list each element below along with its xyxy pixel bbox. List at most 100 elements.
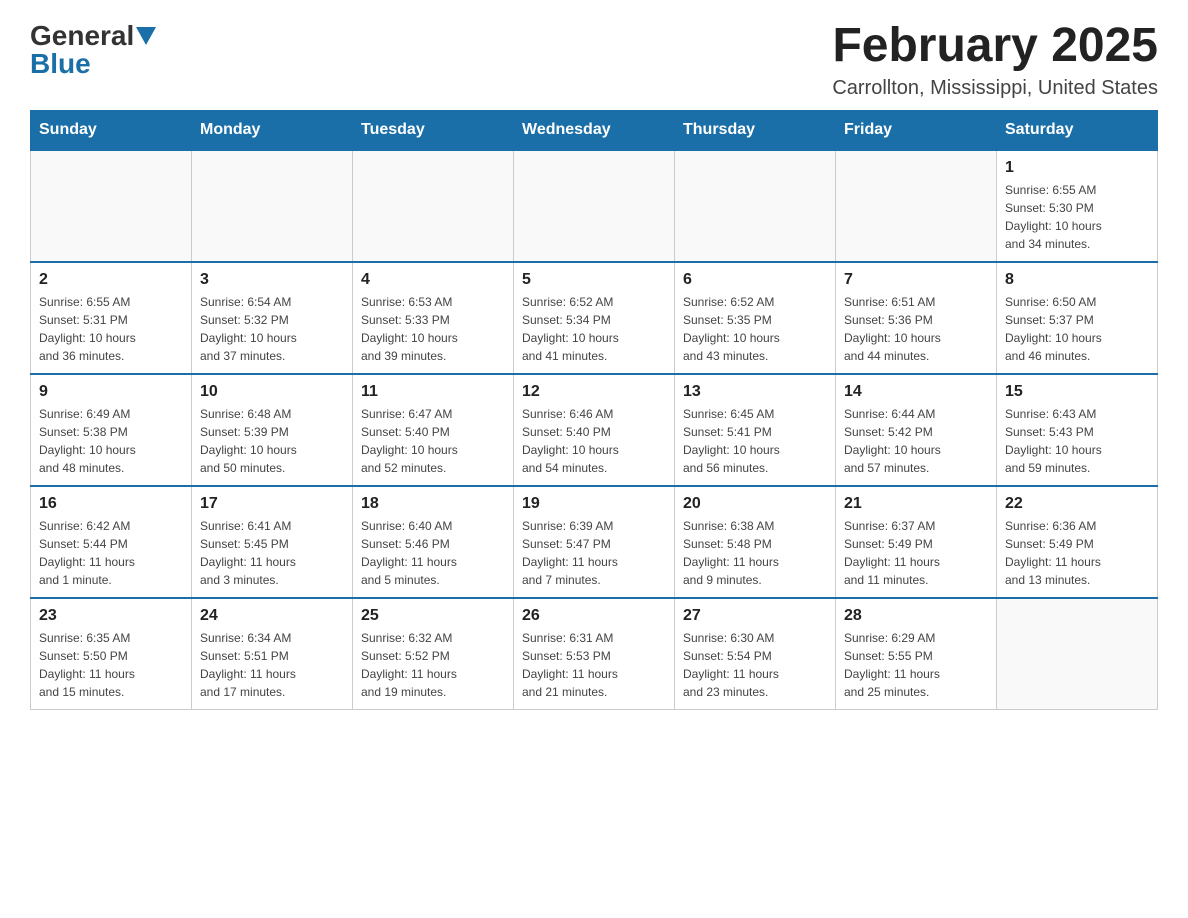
day-info: Sunrise: 6:39 AM Sunset: 5:47 PM Dayligh… bbox=[522, 517, 666, 589]
calendar-cell: 27 Sunrise: 6:30 AM Sunset: 5:54 PM Dayli… bbox=[675, 598, 836, 710]
calendar-header-row: Sunday Monday Tuesday Wednesday Thursday… bbox=[31, 110, 1158, 150]
day-number: 10 bbox=[200, 383, 344, 401]
week-row-3: 9 Sunrise: 6:49 AM Sunset: 5:38 PM Daylig… bbox=[31, 374, 1158, 486]
day-number: 3 bbox=[200, 271, 344, 289]
day-number: 19 bbox=[522, 495, 666, 513]
day-info: Sunrise: 6:52 AM Sunset: 5:35 PM Dayligh… bbox=[683, 293, 827, 365]
calendar-cell: 25Sunrise: 6:32 AM Sunset: 5:52 PM Dayli… bbox=[353, 598, 514, 710]
day-info: Sunrise: 6:30 AM Sunset: 5:54 PM Dayligh… bbox=[683, 629, 827, 701]
calendar-cell bbox=[675, 150, 836, 262]
day-info: Sunrise: 6:48 AM Sunset: 5:39 PM Dayligh… bbox=[200, 405, 344, 477]
day-number: 20 bbox=[683, 495, 827, 513]
calendar-cell bbox=[353, 150, 514, 262]
calendar-cell: 21 Sunrise: 6:37 AM Sunset: 5:49 PM Dayli… bbox=[836, 486, 997, 598]
day-number: 2 bbox=[39, 271, 183, 289]
day-number: 16 bbox=[39, 495, 183, 513]
calendar-cell: 23 Sunrise: 6:35 AM Sunset: 5:50 PM Dayli… bbox=[31, 598, 192, 710]
calendar-cell: 15 Sunrise: 6:43 AM Sunset: 5:43 PM Dayli… bbox=[997, 374, 1158, 486]
calendar-cell: 26 Sunrise: 6:31 AM Sunset: 5:53 PM Dayli… bbox=[514, 598, 675, 710]
calendar-cell: 12 Sunrise: 6:46 AM Sunset: 5:40 PM Dayli… bbox=[514, 374, 675, 486]
calendar-cell bbox=[31, 150, 192, 262]
col-sunday: Sunday bbox=[31, 110, 192, 150]
calendar-cell: 18 Sunrise: 6:40 AM Sunset: 5:46 PM Dayli… bbox=[353, 486, 514, 598]
col-saturday: Saturday bbox=[997, 110, 1158, 150]
day-info: Sunrise: 6:54 AM Sunset: 5:32 PM Dayligh… bbox=[200, 293, 344, 365]
day-info: Sunrise: 6:55 AM Sunset: 5:30 PM Dayligh… bbox=[1005, 181, 1149, 253]
day-info: Sunrise: 6:50 AM Sunset: 5:37 PM Dayligh… bbox=[1005, 293, 1149, 365]
day-number: 4 bbox=[361, 271, 505, 289]
day-info: Sunrise: 6:40 AM Sunset: 5:46 PM Dayligh… bbox=[361, 517, 505, 589]
calendar-cell: 16 Sunrise: 6:42 AM Sunset: 5:44 PM Dayli… bbox=[31, 486, 192, 598]
logo-arrow-icon bbox=[136, 27, 156, 47]
calendar-cell bbox=[192, 150, 353, 262]
day-number: 27 bbox=[683, 607, 827, 625]
calendar-cell: 3 Sunrise: 6:54 AM Sunset: 5:32 PM Daylig… bbox=[192, 262, 353, 374]
day-info: Sunrise: 6:41 AM Sunset: 5:45 PM Dayligh… bbox=[200, 517, 344, 589]
day-info: Sunrise: 6:42 AM Sunset: 5:44 PM Dayligh… bbox=[39, 517, 183, 589]
day-number: 12 bbox=[522, 383, 666, 401]
calendar-table: Sunday Monday Tuesday Wednesday Thursday… bbox=[30, 110, 1158, 710]
calendar-cell: 5Sunrise: 6:52 AM Sunset: 5:34 PM Daylig… bbox=[514, 262, 675, 374]
day-info: Sunrise: 6:35 AM Sunset: 5:50 PM Dayligh… bbox=[39, 629, 183, 701]
day-number: 24 bbox=[200, 607, 344, 625]
day-number: 14 bbox=[844, 383, 988, 401]
day-number: 18 bbox=[361, 495, 505, 513]
day-number: 21 bbox=[844, 495, 988, 513]
day-number: 1 bbox=[1005, 159, 1149, 177]
day-info: Sunrise: 6:43 AM Sunset: 5:43 PM Dayligh… bbox=[1005, 405, 1149, 477]
day-number: 11 bbox=[361, 383, 505, 401]
calendar-cell: 13Sunrise: 6:45 AM Sunset: 5:41 PM Dayli… bbox=[675, 374, 836, 486]
calendar-cell: 8Sunrise: 6:50 AM Sunset: 5:37 PM Daylig… bbox=[997, 262, 1158, 374]
calendar-cell: 14 Sunrise: 6:44 AM Sunset: 5:42 PM Dayli… bbox=[836, 374, 997, 486]
calendar-cell bbox=[514, 150, 675, 262]
logo-blue-text: Blue bbox=[30, 48, 156, 80]
day-info: Sunrise: 6:49 AM Sunset: 5:38 PM Dayligh… bbox=[39, 405, 183, 477]
calendar-cell: 10 Sunrise: 6:48 AM Sunset: 5:39 PM Dayli… bbox=[192, 374, 353, 486]
calendar-cell: 6 Sunrise: 6:52 AM Sunset: 5:35 PM Daylig… bbox=[675, 262, 836, 374]
day-number: 6 bbox=[683, 271, 827, 289]
week-row-1: 1 Sunrise: 6:55 AM Sunset: 5:30 PM Daylig… bbox=[31, 150, 1158, 262]
week-row-2: 2 Sunrise: 6:55 AM Sunset: 5:31 PM Daylig… bbox=[31, 262, 1158, 374]
col-tuesday: Tuesday bbox=[353, 110, 514, 150]
day-number: 17 bbox=[200, 495, 344, 513]
calendar-cell bbox=[997, 598, 1158, 710]
calendar-cell: 1 Sunrise: 6:55 AM Sunset: 5:30 PM Daylig… bbox=[997, 150, 1158, 262]
page-header: General Blue February 2025 Carrollton, M… bbox=[30, 20, 1158, 100]
month-title: February 2025 bbox=[832, 20, 1158, 73]
day-info: Sunrise: 6:53 AM Sunset: 5:33 PM Dayligh… bbox=[361, 293, 505, 365]
day-number: 9 bbox=[39, 383, 183, 401]
title-section: February 2025 Carrollton, Mississippi, U… bbox=[832, 20, 1158, 100]
logo: General Blue bbox=[30, 20, 156, 80]
day-info: Sunrise: 6:51 AM Sunset: 5:36 PM Dayligh… bbox=[844, 293, 988, 365]
day-info: Sunrise: 6:34 AM Sunset: 5:51 PM Dayligh… bbox=[200, 629, 344, 701]
col-monday: Monday bbox=[192, 110, 353, 150]
week-row-5: 23 Sunrise: 6:35 AM Sunset: 5:50 PM Dayli… bbox=[31, 598, 1158, 710]
day-info: Sunrise: 6:45 AM Sunset: 5:41 PM Dayligh… bbox=[683, 405, 827, 477]
calendar-cell: 11 Sunrise: 6:47 AM Sunset: 5:40 PM Dayli… bbox=[353, 374, 514, 486]
calendar-cell: 20 Sunrise: 6:38 AM Sunset: 5:48 PM Dayli… bbox=[675, 486, 836, 598]
day-info: Sunrise: 6:36 AM Sunset: 5:49 PM Dayligh… bbox=[1005, 517, 1149, 589]
week-row-4: 16 Sunrise: 6:42 AM Sunset: 5:44 PM Dayli… bbox=[31, 486, 1158, 598]
day-info: Sunrise: 6:29 AM Sunset: 5:55 PM Dayligh… bbox=[844, 629, 988, 701]
day-info: Sunrise: 6:38 AM Sunset: 5:48 PM Dayligh… bbox=[683, 517, 827, 589]
calendar-cell: 4 Sunrise: 6:53 AM Sunset: 5:33 PM Daylig… bbox=[353, 262, 514, 374]
day-info: Sunrise: 6:46 AM Sunset: 5:40 PM Dayligh… bbox=[522, 405, 666, 477]
day-number: 25 bbox=[361, 607, 505, 625]
day-number: 23 bbox=[39, 607, 183, 625]
calendar-cell bbox=[836, 150, 997, 262]
day-number: 7 bbox=[844, 271, 988, 289]
calendar-cell: 22 Sunrise: 6:36 AM Sunset: 5:49 PM Dayli… bbox=[997, 486, 1158, 598]
day-info: Sunrise: 6:37 AM Sunset: 5:49 PM Dayligh… bbox=[844, 517, 988, 589]
calendar-cell: 7 Sunrise: 6:51 AM Sunset: 5:36 PM Daylig… bbox=[836, 262, 997, 374]
day-info: Sunrise: 6:55 AM Sunset: 5:31 PM Dayligh… bbox=[39, 293, 183, 365]
day-number: 5 bbox=[522, 271, 666, 289]
day-info: Sunrise: 6:44 AM Sunset: 5:42 PM Dayligh… bbox=[844, 405, 988, 477]
day-number: 22 bbox=[1005, 495, 1149, 513]
calendar-cell: 19 Sunrise: 6:39 AM Sunset: 5:47 PM Dayli… bbox=[514, 486, 675, 598]
day-info: Sunrise: 6:47 AM Sunset: 5:40 PM Dayligh… bbox=[361, 405, 505, 477]
col-friday: Friday bbox=[836, 110, 997, 150]
calendar-cell: 17 Sunrise: 6:41 AM Sunset: 5:45 PM Dayli… bbox=[192, 486, 353, 598]
day-info: Sunrise: 6:31 AM Sunset: 5:53 PM Dayligh… bbox=[522, 629, 666, 701]
day-number: 26 bbox=[522, 607, 666, 625]
day-number: 15 bbox=[1005, 383, 1149, 401]
